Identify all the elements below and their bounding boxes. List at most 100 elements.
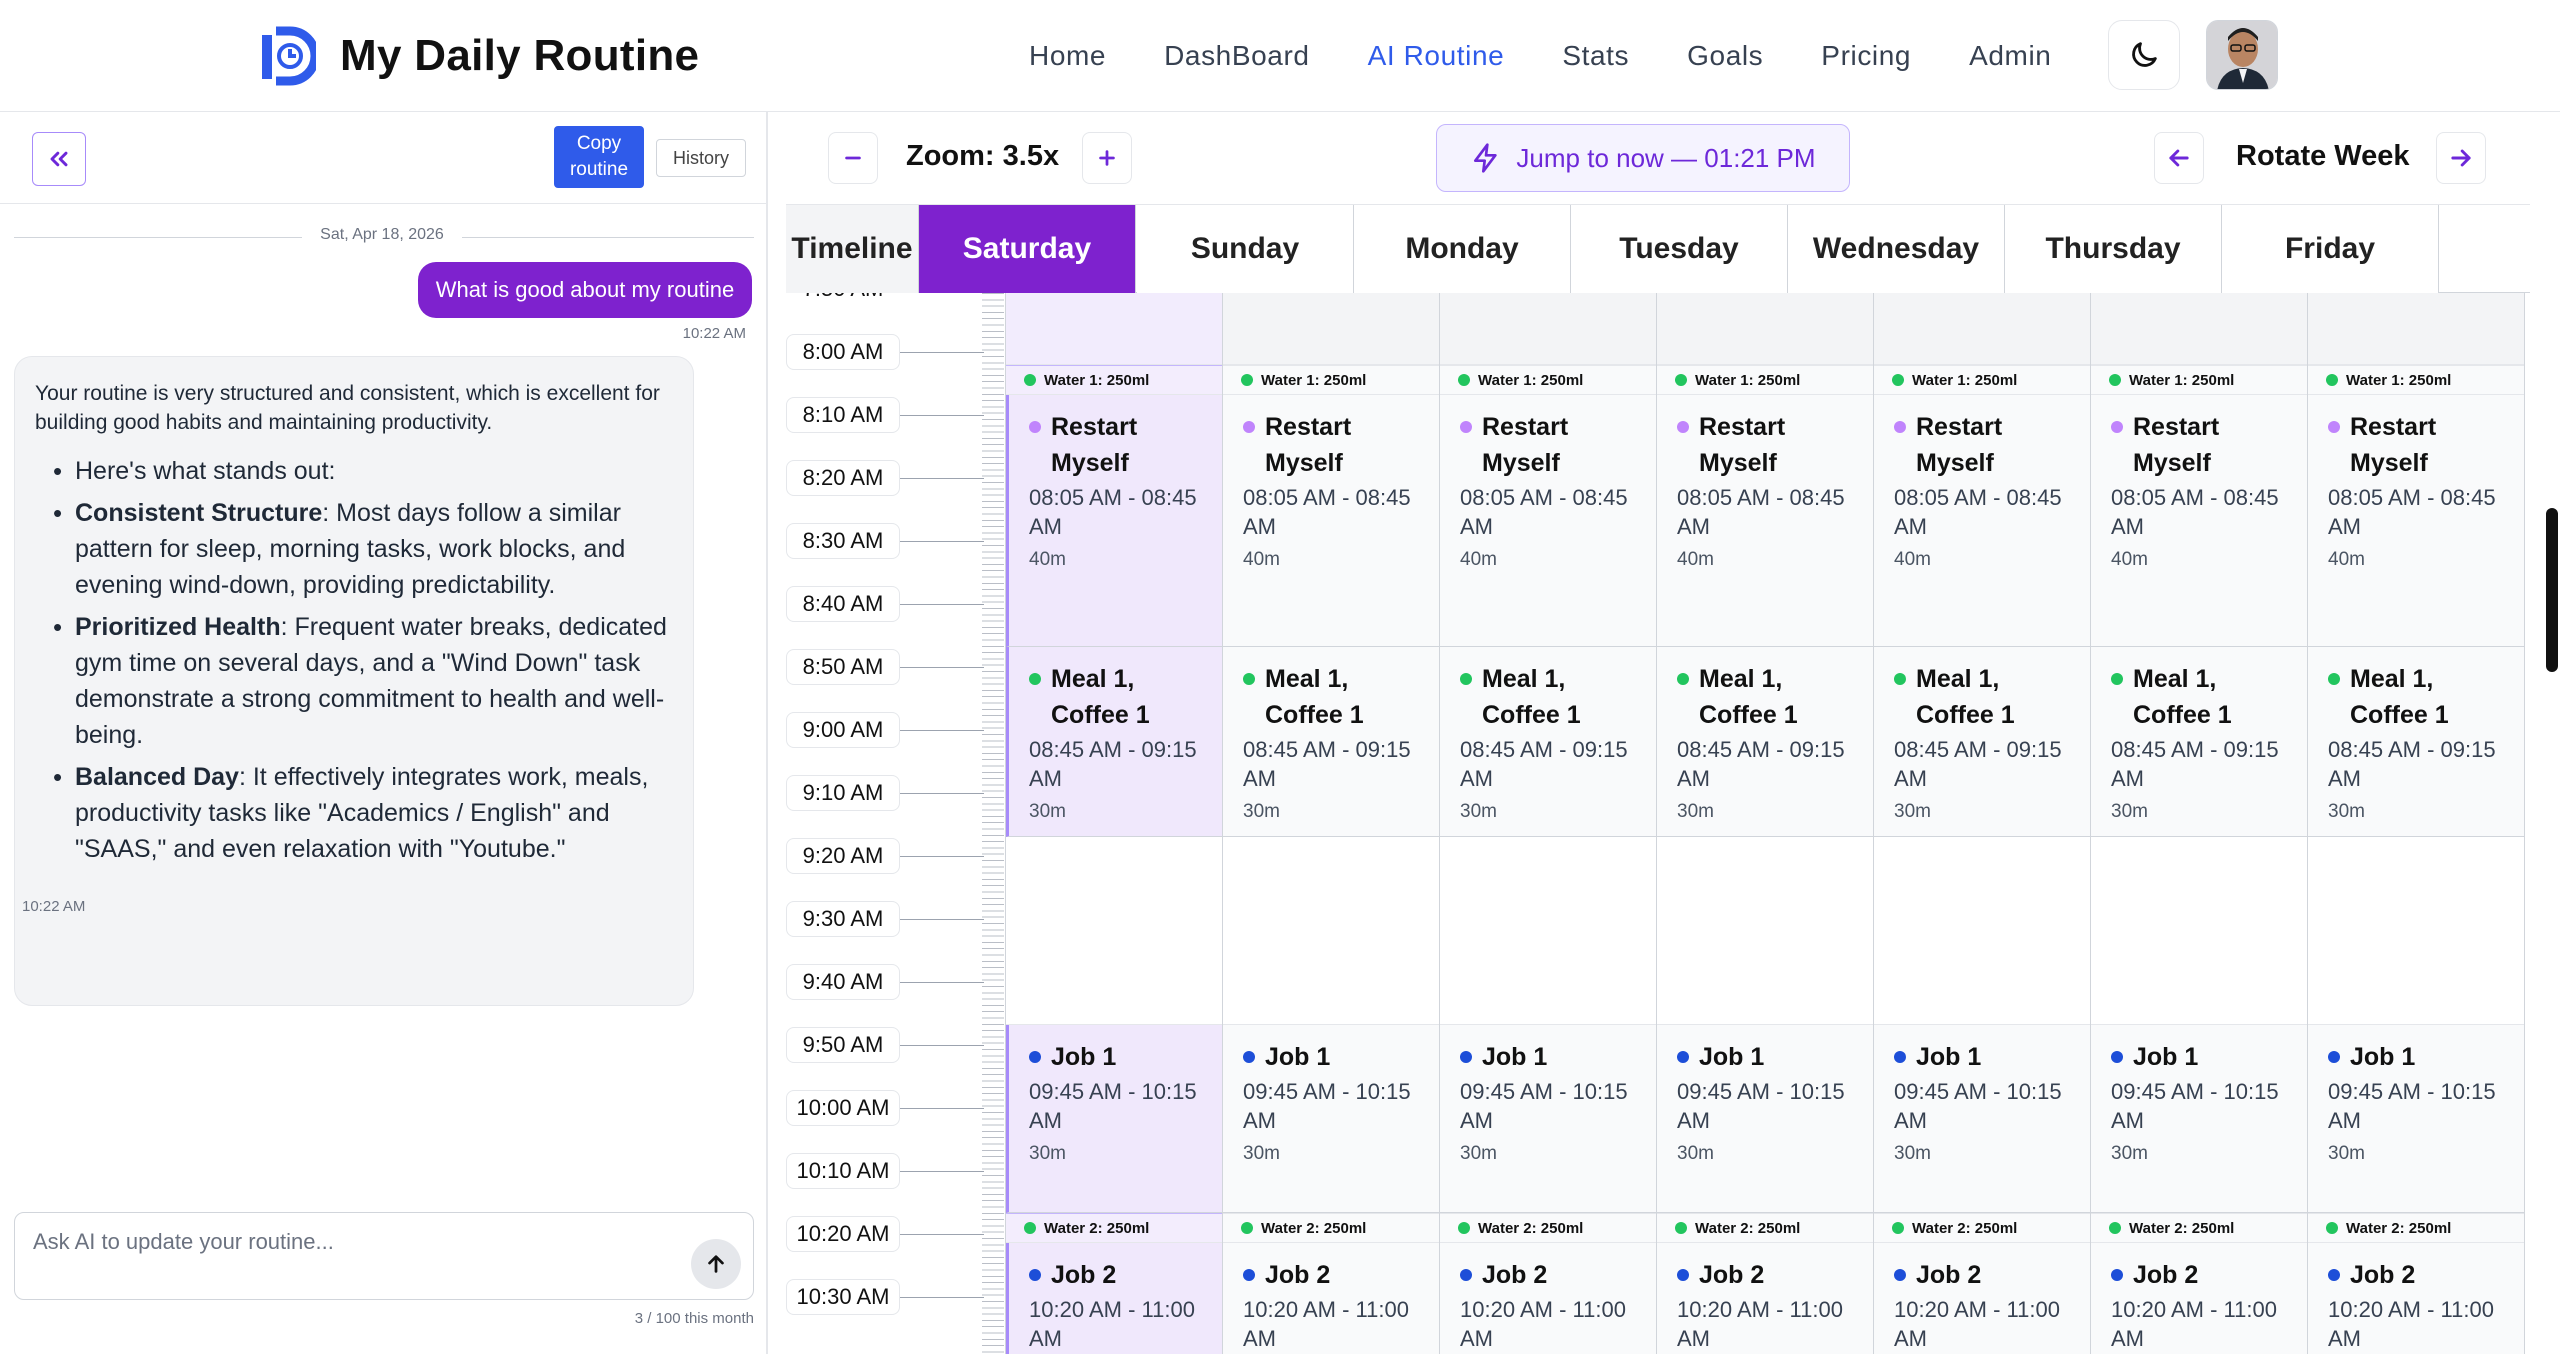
copy-routine-button[interactable]: Copy routine [554,126,644,188]
task-block[interactable]: Restart Myself 08:05 AM - 08:45 AM 40m [1006,395,1222,647]
top-navbar: My Daily Routine Home DashBoard AI Routi… [0,0,2560,112]
nav-admin[interactable]: Admin [1940,40,2080,72]
task-block[interactable]: Restart Myself 08:05 AM - 08:45 AM 40m [2308,395,2524,647]
water-reminder[interactable]: Water 2: 250ml [1223,1213,1439,1243]
task-block[interactable]: Job 1 09:45 AM - 10:15 AM 30m [1874,1025,2090,1213]
header-day-sunday[interactable]: Sunday [1137,205,1354,293]
free-slot[interactable] [1874,837,2090,1025]
water-label: Water 1: 250ml [2129,371,2235,389]
task-color-dot-icon [1677,1269,1689,1281]
empty-slot[interactable] [1440,293,1656,365]
task-block[interactable]: Meal 1, Coffee 1 08:45 AM - 09:15 AM 30m [2091,647,2307,837]
nav-pricing[interactable]: Pricing [1792,40,1940,72]
header-day-tuesday[interactable]: Tuesday [1571,205,1788,293]
empty-slot[interactable] [2091,293,2307,365]
task-color-dot-icon [1460,1269,1472,1281]
task-block[interactable]: Restart Myself 08:05 AM - 08:45 AM 40m [1223,395,1439,647]
water-reminder[interactable]: Water 2: 250ml [1874,1213,2090,1243]
double-chevron-left-icon [50,151,68,167]
header-day-wednesday[interactable]: Wednesday [1788,205,2005,293]
page-scrollbar[interactable] [2546,508,2558,672]
time-label: 8:40 AM [786,586,900,622]
task-color-dot-icon [1460,421,1472,433]
task-color-dot-icon [1894,1051,1906,1063]
user-avatar[interactable] [2206,20,2278,90]
header-day-friday[interactable]: Friday [2222,205,2439,293]
empty-slot[interactable] [1223,293,1439,365]
task-block[interactable]: Job 2 10:20 AM - 11:00 AM [1657,1243,1873,1354]
theme-toggle-button[interactable] [2108,20,2180,90]
task-block[interactable]: Restart Myself 08:05 AM - 08:45 AM 40m [1657,395,1873,647]
zoom-in-button[interactable] [1082,132,1132,184]
empty-slot[interactable] [1874,293,2090,365]
water-reminder[interactable]: Water 2: 250ml [1657,1213,1873,1243]
chat-input[interactable] [33,1227,673,1257]
free-slot[interactable] [1006,837,1222,1025]
task-block[interactable]: Restart Myself 08:05 AM - 08:45 AM 40m [1440,395,1656,647]
collapse-panel-button[interactable] [32,132,86,186]
task-block[interactable]: Job 2 10:20 AM - 11:00 AM [1874,1243,2090,1354]
task-block[interactable]: Job 2 10:20 AM - 11:00 AM [1223,1243,1439,1354]
nav-goals[interactable]: Goals [1658,40,1792,72]
task-block[interactable]: Meal 1, Coffee 1 08:45 AM - 09:15 AM 30m [2308,647,2524,837]
zoom-out-button[interactable] [828,132,878,184]
status-dot-icon [1024,1222,1036,1234]
empty-slot[interactable] [1006,293,1222,365]
task-block[interactable]: Meal 1, Coffee 1 08:45 AM - 09:15 AM 30m [1440,647,1656,837]
task-duration: 30m [1460,801,1497,822]
task-block[interactable]: Job 1 09:45 AM - 10:15 AM 30m [1657,1025,1873,1213]
rotate-week-next-button[interactable] [2436,132,2486,184]
send-button[interactable] [691,1239,741,1289]
task-block[interactable]: Restart Myself 08:05 AM - 08:45 AM 40m [2091,395,2307,647]
water-reminder[interactable]: Water 1: 250ml [1006,365,1222,395]
task-block[interactable]: Job 1 09:45 AM - 10:15 AM 30m [1223,1025,1439,1213]
task-color-dot-icon [1677,673,1689,685]
nav-home[interactable]: Home [1000,40,1135,72]
free-slot[interactable] [1440,837,1656,1025]
task-block[interactable]: Job 1 09:45 AM - 10:15 AM 30m [1006,1025,1222,1213]
task-block[interactable]: Job 1 09:45 AM - 10:15 AM 30m [2308,1025,2524,1213]
rotate-week-prev-button[interactable] [2154,132,2204,184]
chat-input-box [14,1212,754,1300]
brand[interactable]: My Daily Routine [262,24,699,88]
header-day-thursday[interactable]: Thursday [2005,205,2222,293]
free-slot[interactable] [2308,837,2524,1025]
empty-slot[interactable] [2308,293,2524,365]
task-block[interactable]: Job 2 10:20 AM - 11:00 AM [2091,1243,2307,1354]
nav-stats[interactable]: Stats [1533,40,1658,72]
header-day-monday[interactable]: Monday [1354,205,1571,293]
free-slot[interactable] [2091,837,2307,1025]
time-label: 10:20 AM [786,1216,900,1252]
task-block[interactable]: Job 2 10:20 AM - 11:00 AM [2308,1243,2524,1354]
task-header: Job 2 [1243,1257,1430,1293]
free-slot[interactable] [1657,837,1873,1025]
task-block[interactable]: Job 2 10:20 AM - 11:00 AM [1440,1243,1656,1354]
water-reminder[interactable]: Water 2: 250ml [2308,1213,2524,1243]
task-header: Job 1 [2328,1039,2515,1075]
empty-slot[interactable] [1657,293,1873,365]
history-button[interactable]: History [656,139,746,177]
task-block[interactable]: Meal 1, Coffee 1 08:45 AM - 09:15 AM 30m [1874,647,2090,837]
task-block[interactable]: Job 2 10:20 AM - 11:00 AM [1006,1243,1222,1354]
task-block[interactable]: Meal 1, Coffee 1 08:45 AM - 09:15 AM 30m [1006,647,1222,837]
nav-dashboard[interactable]: DashBoard [1135,40,1338,72]
water-reminder[interactable]: Water 1: 250ml [1657,365,1873,395]
header-day-saturday[interactable]: Saturday [919,205,1136,293]
task-block[interactable]: Meal 1, Coffee 1 08:45 AM - 09:15 AM 30m [1223,647,1439,837]
task-block[interactable]: Job 1 09:45 AM - 10:15 AM 30m [1440,1025,1656,1213]
water-reminder[interactable]: Water 1: 250ml [2308,365,2524,395]
water-reminder[interactable]: Water 2: 250ml [1006,1213,1222,1243]
water-reminder[interactable]: Water 1: 250ml [1223,365,1439,395]
jump-to-now-button[interactable]: Jump to now — 01:21 PM [1436,124,1850,192]
task-block[interactable]: Meal 1, Coffee 1 08:45 AM - 09:15 AM 30m [1657,647,1873,837]
water-reminder[interactable]: Water 1: 250ml [1874,365,2090,395]
water-reminder[interactable]: Water 2: 250ml [2091,1213,2307,1243]
free-slot[interactable] [1223,837,1439,1025]
task-block[interactable]: Job 1 09:45 AM - 10:15 AM 30m [2091,1025,2307,1213]
task-block[interactable]: Restart Myself 08:05 AM - 08:45 AM 40m [1874,395,2090,647]
water-reminder[interactable]: Water 1: 250ml [2091,365,2307,395]
task-time: 10:20 AM - 11:00 AM [1029,1297,1195,1351]
water-reminder[interactable]: Water 2: 250ml [1440,1213,1656,1243]
water-reminder[interactable]: Water 1: 250ml [1440,365,1656,395]
nav-ai-routine[interactable]: AI Routine [1339,40,1534,72]
